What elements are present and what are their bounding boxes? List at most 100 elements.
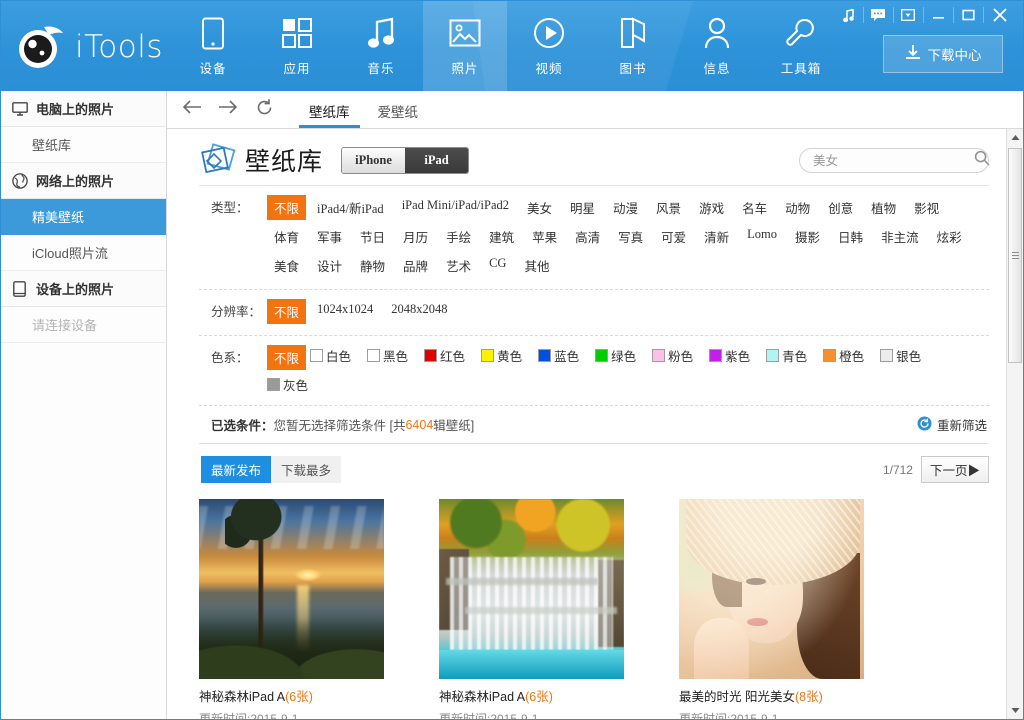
wallpaper-card[interactable]: 神秘森林iPad A(6张) 更新时间:2015-9-1: [199, 499, 439, 719]
nav-item-device[interactable]: 设备: [171, 1, 255, 91]
filter-chip-resolution[interactable]: 2048x2048: [384, 299, 454, 320]
close-icon[interactable]: [983, 1, 1017, 29]
filter-chip-type[interactable]: 设计: [310, 253, 349, 278]
nav-item-music[interactable]: 音乐: [339, 1, 423, 91]
filter-chip-type[interactable]: 明星: [563, 195, 602, 220]
wallpaper-thumbnail[interactable]: [439, 499, 624, 679]
filter-chip-type-all[interactable]: 不限: [267, 195, 306, 220]
wallpaper-card[interactable]: 最美的时光 阳光美女(8张) 更新时间:2015-9-1: [679, 499, 919, 719]
filter-chip-type[interactable]: 日韩: [831, 224, 870, 249]
filter-chip-type[interactable]: 非主流: [874, 224, 926, 249]
color-option-blue[interactable]: 蓝色: [538, 346, 579, 365]
filter-chip-type[interactable]: 静物: [353, 253, 392, 278]
color-option-purple[interactable]: 紫色: [709, 346, 750, 365]
filter-chip-type[interactable]: 创意: [821, 195, 860, 220]
color-option-red[interactable]: 红色: [424, 346, 465, 365]
filter-chip-type[interactable]: 风景: [649, 195, 688, 220]
toggle-iphone[interactable]: iPhone: [342, 148, 405, 173]
color-option-yellow[interactable]: 黄色: [481, 346, 522, 365]
filter-chip-type[interactable]: 高清: [568, 224, 607, 249]
filter-chip-type[interactable]: 植物: [864, 195, 903, 220]
refilter-button[interactable]: 重新筛选: [917, 415, 987, 434]
filter-chip-type[interactable]: iPad Mini/iPad/iPad2: [395, 195, 516, 216]
nav-item-info[interactable]: 信息: [675, 1, 759, 91]
filter-chip-type[interactable]: 名车: [735, 195, 774, 220]
color-option-green[interactable]: 绿色: [595, 346, 636, 365]
back-arrow-icon[interactable]: [177, 94, 207, 120]
wallpaper-count: (6张): [525, 690, 553, 704]
filter-chip-type[interactable]: 动漫: [606, 195, 645, 220]
filter-chip-type[interactable]: 手绘: [439, 224, 478, 249]
filter-chip-type[interactable]: 美女: [520, 195, 559, 220]
nav-item-video[interactable]: 视频: [507, 1, 591, 91]
filter-chip-type[interactable]: 写真: [611, 224, 650, 249]
nav-item-toolbox[interactable]: 工具箱: [759, 1, 843, 91]
sidebar-item-icloud-photostream[interactable]: iCloud照片流: [1, 235, 166, 271]
next-page-button[interactable]: 下一页▶: [921, 456, 989, 483]
sidebar-item-wallpaper-library[interactable]: 壁纸库: [1, 127, 166, 163]
filter-chip-resolution-all[interactable]: 不限: [267, 299, 306, 324]
filter-chip-type[interactable]: 体育: [267, 224, 306, 249]
dropdown-icon[interactable]: [893, 1, 923, 29]
sort-newest-button[interactable]: 最新发布: [201, 456, 271, 483]
wallpaper-thumbnail[interactable]: [679, 499, 864, 679]
wallpaper-thumbnail[interactable]: [199, 499, 384, 679]
search-icon[interactable]: [974, 150, 990, 171]
filter-chip-type[interactable]: 军事: [310, 224, 349, 249]
nav-label: 视频: [535, 58, 562, 77]
filter-chip-type[interactable]: 清新: [697, 224, 736, 249]
page-title-row: 壁纸库 iPhone iPad: [199, 129, 989, 185]
filter-chip-type[interactable]: Lomo: [740, 224, 784, 245]
filter-chip-type[interactable]: 其他: [517, 253, 556, 278]
tab-love-wallpaper[interactable]: 爱壁纸: [364, 101, 433, 128]
filter-chip-type[interactable]: iPad4/新iPad: [310, 195, 391, 220]
sidebar-item-premium-wallpapers[interactable]: 精美壁纸: [1, 199, 166, 235]
apps-icon: [282, 15, 312, 51]
search-input[interactable]: [813, 154, 974, 168]
maximize-icon[interactable]: [953, 1, 983, 29]
search-box[interactable]: [799, 148, 989, 173]
nav-item-photos[interactable]: 照片: [423, 1, 507, 91]
filter-chip-type[interactable]: 美食: [267, 253, 306, 278]
wallpaper-card[interactable]: 神秘森林iPad A(6张) 更新时间:2015-9-1: [439, 499, 679, 719]
filter-chip-type[interactable]: 节日: [353, 224, 392, 249]
color-option-cyan[interactable]: 青色: [766, 346, 807, 365]
filter-chip-type[interactable]: 可爱: [654, 224, 693, 249]
sort-most-downloaded-button[interactable]: 下载最多: [271, 456, 341, 483]
color-option-pink[interactable]: 粉色: [652, 346, 693, 365]
filter-chip-type[interactable]: 艺术: [439, 253, 478, 278]
message-icon[interactable]: [863, 1, 893, 29]
filter-chip-type[interactable]: 品牌: [396, 253, 435, 278]
filter-chip-type[interactable]: 游戏: [692, 195, 731, 220]
minimize-icon[interactable]: [923, 1, 953, 29]
download-center-button[interactable]: 下载中心: [883, 35, 1003, 73]
filter-chip-type[interactable]: 摄影: [788, 224, 827, 249]
music-note-icon[interactable]: [833, 1, 863, 29]
nav-item-apps[interactable]: 应用: [255, 1, 339, 91]
color-option-white[interactable]: 白色: [310, 346, 351, 365]
filter-chip-type[interactable]: 炫彩: [930, 224, 969, 249]
nav-item-books[interactable]: 图书: [591, 1, 675, 91]
toggle-ipad[interactable]: iPad: [405, 148, 468, 173]
scroll-up-icon[interactable]: [1007, 129, 1023, 146]
color-label: 橙色: [839, 346, 864, 365]
refresh-icon[interactable]: [249, 94, 279, 120]
color-option-orange[interactable]: 橙色: [823, 346, 864, 365]
filter-chip-resolution[interactable]: 1024x1024: [310, 299, 380, 320]
filter-chip-type[interactable]: 影视: [907, 195, 946, 220]
scrollbar-thumb[interactable]: [1008, 148, 1022, 363]
color-option-gray[interactable]: 灰色: [267, 375, 308, 394]
color-swatch: [267, 378, 280, 391]
filter-chip-type[interactable]: 动物: [778, 195, 817, 220]
filter-chip-color-all[interactable]: 不限: [267, 345, 306, 370]
filter-chip-type[interactable]: 建筑: [482, 224, 521, 249]
filter-chip-type[interactable]: 苹果: [525, 224, 564, 249]
tab-wallpaper-library[interactable]: 壁纸库: [295, 101, 364, 128]
vertical-scrollbar[interactable]: [1006, 129, 1023, 719]
scroll-down-icon[interactable]: [1007, 702, 1023, 719]
color-option-black[interactable]: 黑色: [367, 346, 408, 365]
forward-arrow-icon[interactable]: [213, 94, 243, 120]
filter-chip-type[interactable]: 月历: [396, 224, 435, 249]
color-option-silver[interactable]: 银色: [880, 346, 921, 365]
filter-chip-type[interactable]: CG: [482, 253, 513, 274]
